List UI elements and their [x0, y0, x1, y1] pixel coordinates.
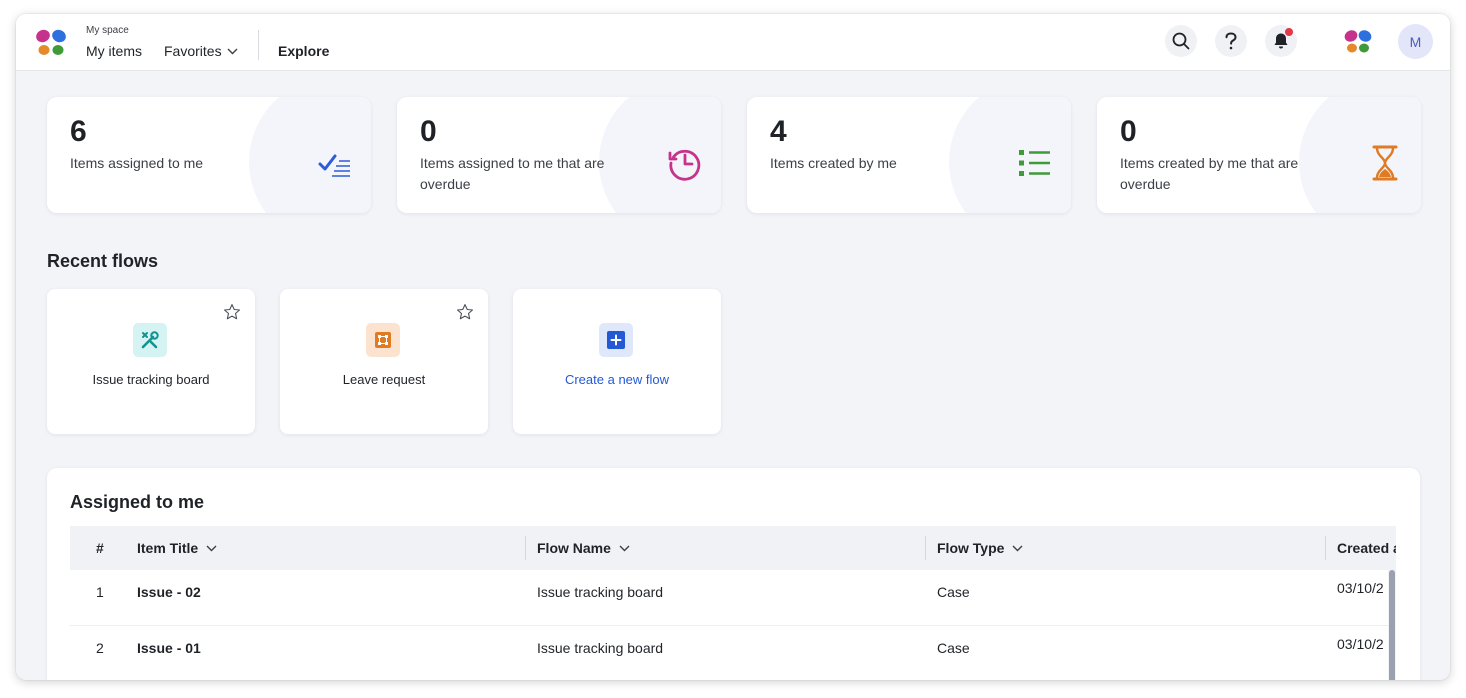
table-row[interactable]: 1 Issue - 02 Issue tracking board Case 0…: [70, 570, 1396, 626]
history-clock-icon: [668, 149, 701, 181]
hourglass-icon: [1372, 145, 1398, 181]
chevron-down-icon: [619, 545, 630, 551]
stat-card-assigned[interactable]: 6 Items assigned to me: [47, 97, 371, 213]
cell-item-title[interactable]: Issue - 01: [137, 626, 201, 670]
column-header-number: #: [96, 540, 104, 556]
flow-icon-badge: [366, 323, 400, 357]
plus-icon: [607, 331, 625, 349]
my-space-label: My space: [86, 25, 129, 36]
notification-badge: [1285, 28, 1293, 36]
cell-number: 2: [96, 640, 104, 656]
flow-icon-badge: [133, 323, 167, 357]
cell-item-title[interactable]: Issue - 02: [137, 570, 201, 614]
stat-card-created-overdue[interactable]: 0 Items created by me that are overdue: [1097, 97, 1421, 213]
cell-flow-name: Issue tracking board: [537, 640, 664, 656]
cell-number: 1: [96, 584, 104, 600]
column-header-label: Item Title: [137, 540, 199, 556]
cell-flow-name: Issue tracking board: [537, 584, 664, 600]
nav-my-items[interactable]: My items: [86, 43, 142, 59]
stat-card-created[interactable]: 4 Items created by me: [747, 97, 1071, 213]
stat-label: Items assigned to me that are overdue: [420, 155, 605, 192]
table-row[interactable]: 2 Issue - 01 Issue tracking board Case 0…: [70, 626, 1396, 680]
assigned-table-card: Assigned to me # Item Title Flow Name Fl…: [47, 468, 1420, 680]
recent-flows-title: Recent flows: [47, 251, 159, 271]
flow-card-leave-request[interactable]: Leave request: [280, 289, 488, 434]
stat-label: Items created by me: [770, 155, 897, 171]
cell-created: 03/10/2: [1337, 580, 1384, 596]
column-header-label: Flow Name: [537, 540, 611, 556]
app-window: My space My items Favorites Explore M 6: [16, 14, 1450, 680]
column-header-item-title[interactable]: Item Title: [137, 526, 217, 570]
stat-value: 0: [1120, 115, 1137, 148]
column-divider[interactable]: [525, 536, 526, 560]
table-header: # Item Title Flow Name Flow Type Created…: [70, 526, 1396, 570]
app-logo[interactable]: [34, 26, 68, 60]
flow-icon-badge: [599, 323, 633, 357]
flow-card-issue-tracking[interactable]: Issue tracking board: [47, 289, 255, 434]
product-logo-icon[interactable]: [1343, 28, 1373, 56]
stat-value: 6: [70, 115, 87, 148]
help-button[interactable]: [1215, 25, 1247, 57]
column-header-flow-name[interactable]: Flow Name: [537, 526, 630, 570]
cell-flow-type: Case: [937, 640, 970, 656]
help-icon: [1225, 32, 1237, 50]
column-divider[interactable]: [925, 536, 926, 560]
assigned-title: Assigned to me: [70, 492, 205, 512]
cell-created: 03/10/2: [1337, 636, 1384, 652]
create-flow-card[interactable]: Create a new flow: [513, 289, 721, 434]
user-avatar[interactable]: M: [1398, 24, 1433, 59]
chevron-down-icon: [206, 545, 217, 551]
search-button[interactable]: [1165, 25, 1197, 57]
checklist-icon: [318, 154, 350, 177]
chevron-down-icon: [227, 48, 238, 54]
flow-card-label: Issue tracking board: [92, 372, 210, 387]
column-divider[interactable]: [1325, 536, 1326, 560]
star-icon[interactable]: [456, 303, 474, 321]
flow-card-label: Leave request: [342, 372, 426, 387]
stat-card-assigned-overdue[interactable]: 0 Items assigned to me that are overdue: [397, 97, 721, 213]
stat-label: Items created by me that are overdue: [1120, 155, 1299, 192]
list-icon: [1019, 150, 1050, 176]
nav-favorites-label: Favorites: [164, 43, 222, 59]
notifications-button[interactable]: [1265, 25, 1297, 57]
star-icon[interactable]: [223, 303, 241, 321]
table-scrollbar-thumb[interactable]: [1389, 570, 1395, 680]
column-header-label: Flow Type: [937, 540, 1005, 556]
column-header-flow-type[interactable]: Flow Type: [937, 526, 1023, 570]
nav-explore[interactable]: Explore: [278, 43, 329, 59]
search-icon: [1172, 32, 1190, 50]
column-header-created[interactable]: Created a: [1337, 526, 1396, 570]
top-bar: My space My items Favorites Explore M: [16, 14, 1450, 71]
stat-value: 4: [770, 115, 787, 148]
stat-value: 0: [420, 115, 437, 148]
chevron-down-icon: [1012, 545, 1023, 551]
tools-icon: [141, 331, 159, 349]
nav-favorites[interactable]: Favorites: [164, 43, 238, 59]
create-flow-label: Create a new flow: [564, 372, 670, 387]
grid-icon: [375, 332, 391, 348]
stat-label: Items assigned to me: [70, 155, 204, 171]
cell-flow-type: Case: [937, 584, 970, 600]
nav-divider: [258, 30, 259, 60]
